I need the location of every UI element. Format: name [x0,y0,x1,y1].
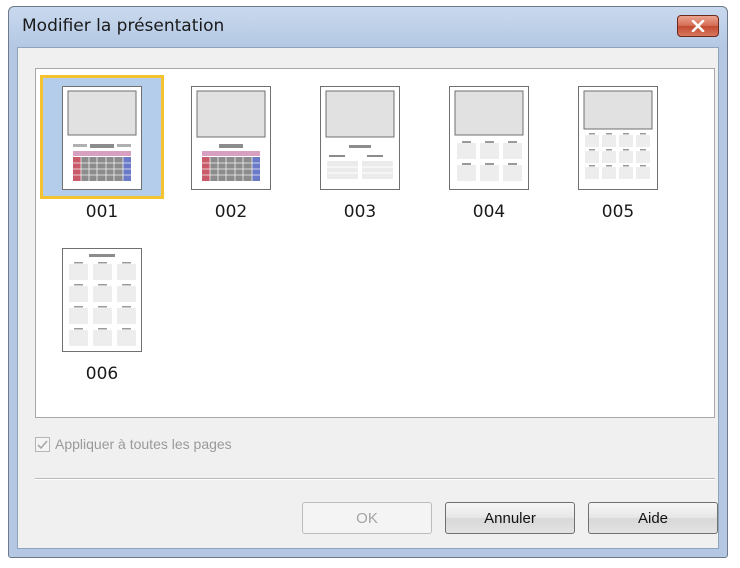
cancel-button[interactable]: Annuler [445,502,575,534]
layout-item-001[interactable]: 001 [40,75,164,235]
layout-label: 002 [214,202,248,222]
layout-thumbnail-001 [62,86,142,190]
layout-item-004[interactable]: 004 [427,75,551,235]
layout-thumbnail-005 [578,86,658,190]
dialog-body: 001 002 003 004 005 006 Appliquer à tout… [17,47,719,549]
apply-all-pages-label: Appliquer à toutes les pages [55,436,232,452]
layout-thumbnail-003 [320,86,400,190]
layout-thumbnail-004 [449,86,529,190]
separator [35,478,715,480]
layout-item-002[interactable]: 002 [169,75,293,235]
layout-thumbnail-002 [191,86,271,190]
window-title: Modifier la présentation [22,16,225,36]
help-button[interactable]: Aide [588,502,718,534]
ok-button[interactable]: OK [302,502,432,534]
checkmark-icon [37,435,48,454]
close-icon [691,20,705,32]
layout-label: 004 [472,202,506,222]
dialog-window: Modifier la présentation 001 002 003 004… [8,6,728,558]
layout-item-005[interactable]: 005 [556,75,680,235]
layout-label: 001 [85,202,119,222]
apply-all-pages-checkbox[interactable] [35,435,50,454]
layout-item-003[interactable]: 003 [298,75,422,235]
layout-label: 006 [85,364,119,384]
layout-label: 005 [601,202,635,222]
layout-label: 003 [343,202,377,222]
layout-thumbnail-list: 001 002 003 004 005 006 [35,68,715,418]
close-button[interactable] [677,15,719,37]
apply-all-pages-option[interactable]: Appliquer à toutes les pages [35,434,232,454]
layout-item-006[interactable]: 006 [40,237,164,397]
layout-thumbnail-006 [62,248,142,352]
title-bar[interactable]: Modifier la présentation [9,7,727,47]
